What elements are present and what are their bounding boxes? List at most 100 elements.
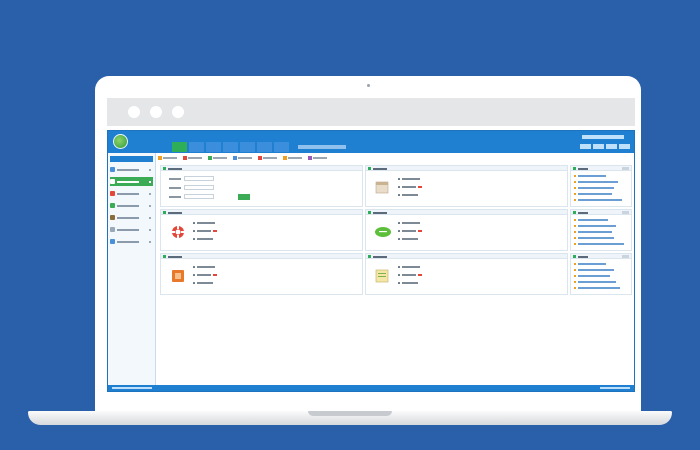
header-button[interactable] [580, 144, 591, 149]
info-line[interactable] [398, 274, 422, 276]
count-badge [417, 274, 422, 276]
shortcut-label [213, 157, 227, 159]
news-item[interactable] [574, 243, 624, 245]
sidebar-item-label [117, 228, 139, 231]
header-buttons [580, 144, 630, 149]
news-item[interactable] [574, 193, 612, 195]
news-item[interactable] [574, 275, 610, 277]
bell-icon [258, 156, 262, 160]
user-icon [110, 191, 115, 196]
info-line[interactable] [398, 178, 420, 180]
header-button[interactable] [619, 144, 630, 149]
header-user-info [582, 135, 624, 139]
info-line[interactable] [398, 282, 418, 284]
more-link[interactable] [622, 255, 629, 258]
field-label [169, 177, 181, 180]
more-link[interactable] [622, 167, 629, 170]
shortcut-label [313, 157, 327, 159]
chevron-right-icon [149, 204, 151, 207]
nav-tabs [172, 142, 289, 152]
info-line[interactable] [398, 266, 420, 268]
info-line[interactable] [398, 230, 422, 232]
sidebar-item[interactable] [110, 201, 153, 210]
info-line[interactable] [193, 266, 215, 268]
info-line[interactable] [193, 230, 217, 232]
panel-title [373, 168, 387, 170]
nav-tab[interactable] [172, 142, 187, 152]
shortcut-item[interactable] [283, 156, 302, 160]
text-field[interactable] [184, 185, 214, 190]
panel-icon [163, 211, 166, 214]
sidebar-item[interactable] [110, 225, 153, 234]
news-item[interactable] [574, 281, 616, 283]
nav-tab[interactable] [189, 142, 204, 152]
news-item[interactable] [574, 181, 618, 183]
news-item[interactable] [574, 219, 608, 221]
sidebar-item[interactable] [110, 237, 153, 246]
shortcut-item[interactable] [258, 156, 277, 160]
search-button[interactable] [238, 194, 250, 200]
info-line[interactable] [193, 222, 215, 224]
chart-icon [110, 215, 115, 220]
notes-icon [375, 269, 389, 283]
news-item[interactable] [574, 187, 614, 189]
browser-dot-1 [128, 106, 140, 118]
info-line[interactable] [398, 222, 420, 224]
info-line[interactable] [193, 238, 213, 240]
info-line[interactable] [398, 238, 418, 240]
text-field[interactable] [184, 194, 214, 199]
count-badge [212, 274, 217, 276]
news-item[interactable] [574, 287, 620, 289]
info-line[interactable] [193, 282, 213, 284]
camera-dot [367, 84, 370, 87]
sidebar [108, 153, 156, 385]
news-panel [570, 209, 632, 251]
news-item[interactable] [574, 175, 606, 177]
shortcut-toolbar [158, 155, 327, 161]
info-panel [365, 165, 568, 207]
panel-header [571, 210, 631, 215]
shortcut-label [263, 157, 277, 159]
info-line[interactable] [398, 194, 418, 196]
nav-tab[interactable] [257, 142, 272, 152]
news-item[interactable] [574, 269, 614, 271]
panel-header [161, 254, 362, 259]
sidebar-item-label [117, 240, 139, 243]
shortcut-item[interactable] [208, 156, 227, 160]
news-panel [570, 253, 632, 295]
news-item[interactable] [574, 225, 616, 227]
info-line[interactable] [193, 274, 217, 276]
news-panel [570, 165, 632, 207]
nav-tab[interactable] [223, 142, 238, 152]
header-button[interactable] [593, 144, 604, 149]
home-icon [110, 167, 115, 172]
sidebar-item[interactable] [110, 189, 153, 198]
news-item[interactable] [574, 237, 614, 239]
card-icon [172, 270, 184, 282]
panel-icon [573, 255, 576, 258]
news-item[interactable] [574, 231, 612, 233]
count-badge [212, 230, 217, 232]
news-item[interactable] [574, 199, 622, 201]
panel-header [161, 166, 362, 171]
header-button[interactable] [606, 144, 617, 149]
nav-tab[interactable] [240, 142, 255, 152]
nav-tab[interactable] [274, 142, 289, 152]
nav-tab[interactable] [206, 142, 221, 152]
app-screen [107, 130, 635, 392]
shortcut-item[interactable] [183, 156, 202, 160]
shortcut-item[interactable] [158, 156, 177, 160]
news-item[interactable] [574, 263, 606, 265]
sidebar-item[interactable] [110, 213, 153, 222]
sidebar-item[interactable] [110, 165, 153, 174]
shortcut-item[interactable] [233, 156, 252, 160]
shortcut-item[interactable] [308, 156, 327, 160]
more-link[interactable] [622, 211, 629, 214]
field-label [169, 195, 181, 198]
check-icon [208, 156, 212, 160]
sidebar-item-active[interactable] [110, 177, 153, 186]
text-field[interactable] [184, 176, 214, 181]
info-line[interactable] [398, 186, 422, 188]
header-notice [298, 145, 346, 149]
service-panel [160, 209, 363, 251]
